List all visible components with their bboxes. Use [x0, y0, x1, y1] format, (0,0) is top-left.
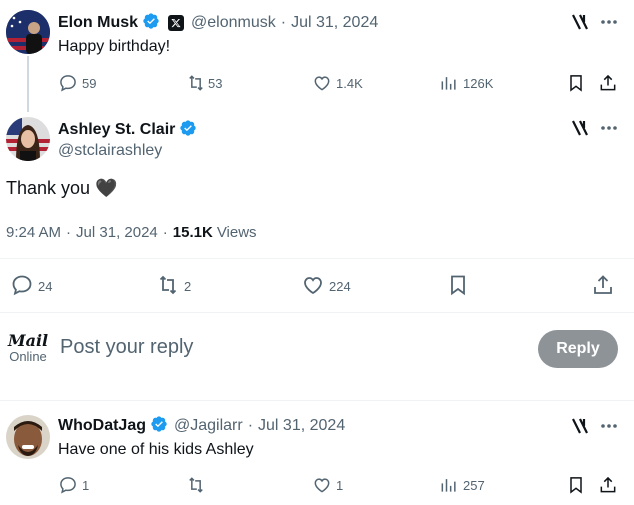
share-icon[interactable]	[598, 475, 618, 495]
like-count: 224	[329, 279, 351, 294]
views-icon[interactable]	[439, 73, 459, 93]
more-icon[interactable]	[600, 12, 618, 32]
tweet-text: Happy birthday!	[58, 38, 171, 55]
repost-count: 2	[184, 279, 192, 294]
divider	[0, 312, 634, 313]
avatar-elon[interactable]	[6, 10, 50, 54]
views-count: 257	[463, 478, 485, 493]
views-count: 15.1K	[172, 223, 213, 241]
views-count: 126K	[463, 76, 494, 91]
author-handle[interactable]: @elonmusk	[191, 14, 276, 32]
repost-icon[interactable]	[186, 73, 206, 93]
divider	[0, 400, 634, 401]
tweet-text: Thank you 🖤	[6, 178, 118, 198]
repost-count: 53	[208, 76, 223, 91]
verified-badge-icon	[150, 415, 168, 438]
tweet-time[interactable]: 9:24 AM	[6, 224, 61, 241]
author-name[interactable]: Elon Musk	[58, 14, 138, 32]
reply-icon[interactable]	[58, 73, 78, 93]
author-handle[interactable]: @stclairashley	[58, 142, 162, 160]
logo-bottom-text: Online	[9, 349, 47, 364]
separator-dot: ·	[66, 223, 72, 241]
share-icon[interactable]	[598, 73, 618, 93]
author-handle[interactable]: @Jagilarr	[174, 417, 243, 435]
repost-icon[interactable]	[155, 273, 181, 297]
more-icon[interactable]	[600, 118, 618, 138]
tweet-text: Have one of his kids Ashley	[58, 441, 254, 458]
bookmark-icon[interactable]	[446, 273, 470, 297]
logo-top-text: Mail	[7, 331, 49, 350]
verified-badge-icon	[179, 119, 197, 142]
views-label: Views	[216, 223, 257, 241]
reply-count: 59	[82, 76, 97, 91]
mail-online-logo: Mail Online	[6, 333, 50, 369]
tweet-date[interactable]: Jul 31, 2024	[258, 417, 345, 435]
reply-input[interactable]: Post your reply	[60, 336, 193, 359]
divider	[0, 258, 634, 259]
views-icon[interactable]	[439, 475, 459, 495]
verified-badge-icon	[142, 12, 160, 35]
reply-button[interactable]: Reply	[538, 330, 618, 368]
thread-line	[27, 56, 29, 112]
tweet-date[interactable]: Jul 31, 2024	[291, 14, 378, 32]
like-icon[interactable]	[301, 273, 325, 297]
reply-count: 1	[82, 478, 90, 493]
reply-icon[interactable]	[58, 475, 78, 495]
bookmark-icon[interactable]	[566, 73, 586, 93]
like-count: 1	[336, 478, 344, 493]
like-count: 1.4K	[336, 76, 363, 91]
separator-dot: ·	[247, 417, 254, 434]
grok-icon[interactable]	[571, 12, 589, 32]
author-name[interactable]: WhoDatJag	[58, 417, 146, 435]
like-icon[interactable]	[312, 475, 332, 495]
share-icon[interactable]	[591, 273, 615, 297]
author-name[interactable]: Ashley St. Clair	[58, 121, 175, 139]
grok-icon[interactable]	[571, 118, 589, 138]
more-icon[interactable]	[600, 416, 618, 436]
tweet-date[interactable]: Jul 31, 2024	[76, 224, 158, 241]
bookmark-icon[interactable]	[566, 475, 586, 495]
avatar-ashley[interactable]	[6, 117, 50, 161]
reply-icon[interactable]	[10, 273, 34, 297]
x-logo-icon	[168, 15, 185, 31]
like-icon[interactable]	[312, 73, 332, 93]
separator-dot: ·	[162, 223, 168, 241]
separator-dot: ·	[280, 14, 287, 31]
repost-icon[interactable]	[186, 475, 206, 495]
avatar-whodatjag[interactable]	[6, 415, 50, 459]
reply-count: 24	[38, 279, 53, 294]
grok-icon[interactable]	[571, 416, 589, 436]
